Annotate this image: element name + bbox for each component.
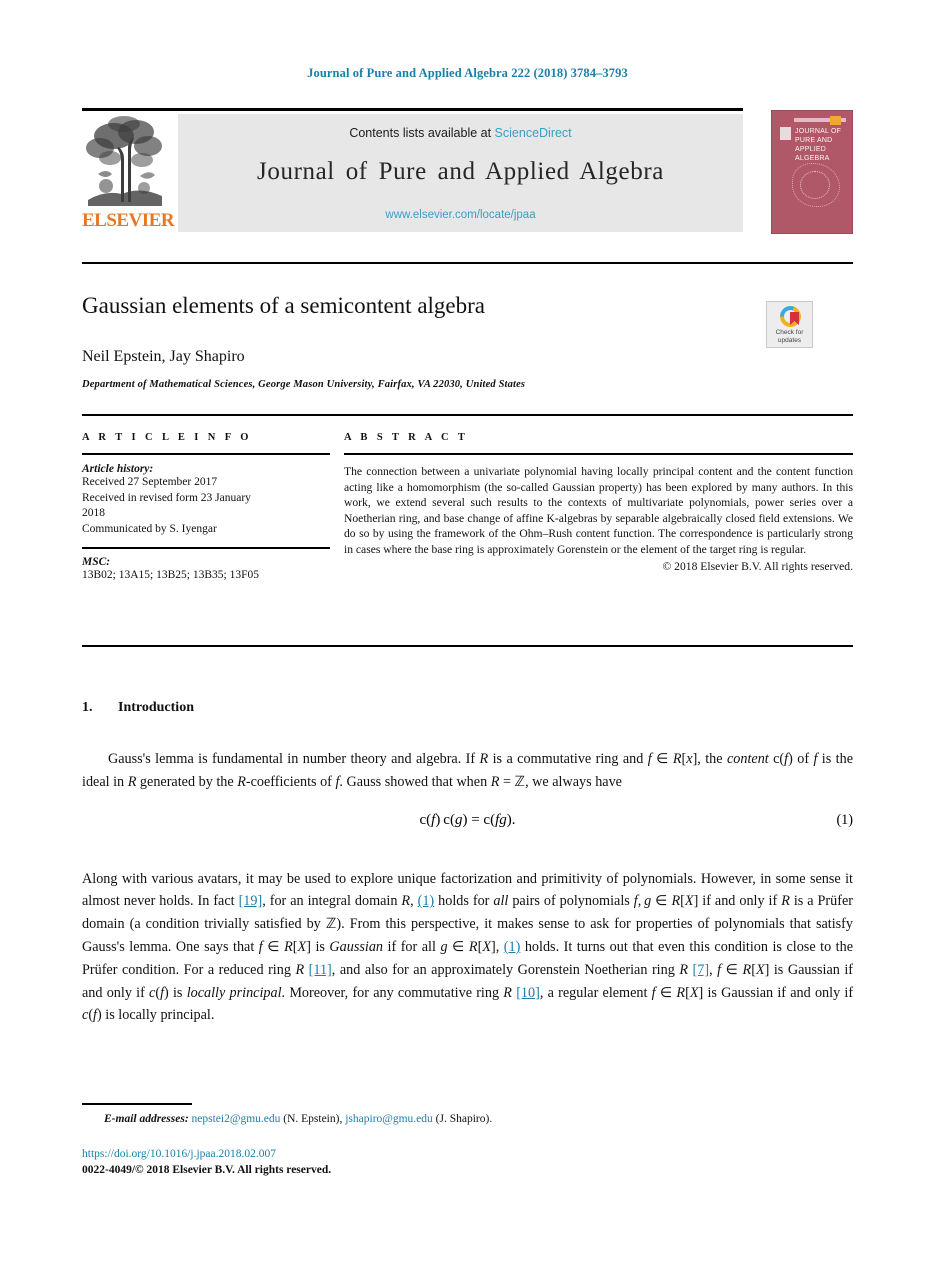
elsevier-wordmark: ELSEVIER	[82, 210, 175, 231]
sciencedirect-link[interactable]: ScienceDirect	[495, 126, 572, 140]
citation-link-eq1[interactable]: (1)	[418, 893, 435, 909]
equation-1-number: (1)	[836, 811, 853, 828]
text-run: of	[792, 751, 814, 767]
article-info-column: A R T I C L E I N F O Article history: R…	[82, 432, 330, 584]
author-list: Neil Epstein, Jay Shapiro	[82, 348, 245, 365]
crossmark-ring-icon	[780, 306, 801, 327]
affiliation: Department of Mathematical Sciences, Geo…	[82, 379, 526, 390]
info-bottom-divider	[82, 645, 853, 647]
citation-link-10[interactable]: [10]	[516, 985, 540, 1001]
journal-homepage-link[interactable]: www.elsevier.com/locate/jpaa	[178, 209, 743, 221]
text-run: -coefficients of	[245, 773, 336, 790]
article-info-heading: A R T I C L E I N F O	[82, 432, 252, 443]
emph-content: content	[726, 751, 769, 767]
paragraph-intro-2: Along with various avatars, it may be us…	[82, 870, 854, 1024]
msc-block: MSC: 13B02; 13A15; 13B25; 13B35; 13F05	[82, 547, 330, 584]
email-owner-epstein: (N. Epstein),	[283, 1113, 343, 1125]
running-head: Journal of Pure and Applied Algebra 222 …	[307, 66, 628, 80]
paragraph-intro-1: Gauss's lemma is fundamental in number t…	[82, 751, 853, 790]
doi-link[interactable]: https://doi.org/10.1016/j.jpaa.2018.02.0…	[82, 1148, 276, 1160]
title-divider	[82, 262, 853, 264]
journal-masthead: ELSEVIER Contents lists available at Sci…	[82, 108, 853, 234]
journal-title: Journal of Pure and Applied Algebra	[257, 158, 664, 185]
elsevier-tree-icon	[84, 114, 166, 206]
elsevier-logo: ELSEVIER	[82, 114, 175, 232]
text-run: is Gaussian if and only if	[703, 984, 854, 1001]
section-number: 1.	[82, 700, 93, 715]
tree-svg	[86, 116, 162, 206]
masthead-top-rule	[82, 108, 743, 111]
text-run: if and only if	[698, 893, 782, 910]
equation-1: c(f) c(g) = c(fg). (1)	[82, 812, 853, 836]
crossmark-label: Check for updates	[775, 329, 804, 344]
abstract-heading: A B S T R A C T	[344, 432, 469, 443]
crossmark-inner-circle	[784, 310, 799, 325]
history-line: Received in revised form 23 January	[82, 491, 251, 504]
text-run: , the	[697, 751, 727, 767]
section-heading-introduction: 1. Introduction	[82, 700, 853, 716]
text-run: is a commutative ring and	[488, 751, 648, 767]
footnote-emails: E-mail addresses: nepstei2@gmu.edu (N. E…	[82, 1113, 782, 1125]
citation-link-11[interactable]: [11]	[309, 962, 332, 978]
history-line: Received 27 September 2017	[82, 476, 218, 488]
text-run: is locally principal.	[101, 1007, 215, 1024]
page-title: Gaussian elements of a semicontent algeb…	[82, 293, 485, 318]
equation-1-body: c(f) c(g) = c(fg).	[419, 811, 516, 828]
info-top-divider	[82, 414, 853, 416]
issn-copyright-line: 0022-4049/© 2018 Elsevier B.V. All right…	[82, 1164, 332, 1176]
text-run: , a regular element	[539, 984, 652, 1001]
citation-link-19[interactable]: [19]	[239, 893, 263, 909]
msc-rule	[82, 547, 330, 549]
text-run: if for all	[383, 938, 441, 955]
text-run: , we always have	[525, 773, 622, 790]
footnote-rule	[82, 1103, 192, 1105]
text-run: is	[310, 938, 330, 955]
cover-graphic-inner	[800, 171, 830, 199]
emph-all: all	[493, 893, 509, 910]
history-line: Communicated by S. Iyengar	[82, 522, 217, 535]
email-link-shapiro[interactable]: jshapiro@gmu.edu	[345, 1113, 433, 1125]
abstract-rule	[344, 453, 853, 455]
text-run: , for an integral domain	[262, 893, 402, 910]
msc-label: MSC:	[82, 556, 111, 568]
msc-codes: 13B02; 13A15; 13B25; 13B35; 13F05	[82, 569, 259, 581]
abstract-copyright: © 2018 Elsevier B.V. All rights reserved…	[662, 559, 853, 573]
journal-cover-thumbnail: JOURNAL OF PURE AND APPLIED ALGEBRA	[771, 110, 853, 234]
text-run: pairs of polynomials	[508, 893, 634, 910]
cover-elsevier-mark-icon	[780, 127, 791, 140]
citation-link-7[interactable]: [7]	[693, 962, 710, 978]
email-link-epstein[interactable]: nepstei2@gmu.edu	[192, 1113, 281, 1125]
text-run: . Gauss showed that when	[339, 773, 491, 790]
emph-locally-principal: locally principal	[186, 984, 282, 1001]
emph-gaussian: Gaussian	[329, 938, 384, 955]
history-line: 2018	[82, 507, 105, 519]
text-run: , and also for an approximately Gorenste…	[331, 961, 680, 978]
text-run: Gauss's lemma is fundamental in number t…	[108, 751, 480, 767]
contents-available-line: Contents lists available at ScienceDirec…	[178, 126, 743, 140]
text-run: generated by the	[136, 773, 238, 790]
citation-link-eq1-b[interactable]: (1)	[504, 939, 521, 955]
text-run: . Moreover, for any commutative ring	[281, 984, 504, 1001]
abstract-text: The connection between a univariate poly…	[344, 465, 853, 556]
article-history-label: Article history:	[82, 463, 154, 475]
email-label: E-mail addresses:	[104, 1113, 189, 1125]
text-run: holds for	[434, 893, 494, 910]
email-owner-shapiro: (J. Shapiro).	[435, 1113, 493, 1125]
paper-page: Journal of Pure and Applied Algebra 222 …	[0, 0, 935, 1266]
article-body: 1. Introduction Gauss's lemma is fundame…	[82, 700, 853, 1027]
crossmark-badge[interactable]: Check for updates	[766, 301, 813, 348]
cover-bar-accent	[830, 116, 841, 125]
masthead-panel: Contents lists available at ScienceDirec…	[178, 114, 743, 232]
cover-journal-title: JOURNAL OF PURE AND APPLIED ALGEBRA	[795, 128, 842, 162]
section-title: Introduction	[118, 700, 194, 715]
article-info-rule	[82, 453, 330, 455]
abstract-column: A B S T R A C T The connection between a…	[344, 432, 853, 573]
crossmark-flag-icon	[790, 312, 799, 325]
contents-prefix: Contents lists available at	[349, 126, 495, 140]
